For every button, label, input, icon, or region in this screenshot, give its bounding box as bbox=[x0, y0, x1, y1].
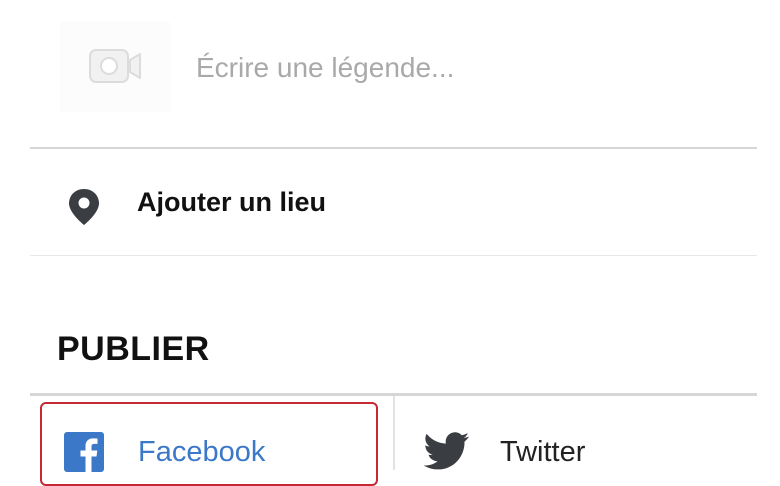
twitter-label: Twitter bbox=[500, 436, 586, 468]
video-camera-icon bbox=[89, 49, 141, 83]
add-location-row[interactable]: Ajouter un lieu bbox=[30, 150, 757, 255]
divider bbox=[30, 255, 757, 256]
twitter-icon bbox=[424, 432, 470, 470]
location-pin-icon bbox=[69, 189, 99, 225]
share-twitter-toggle[interactable]: Twitter bbox=[396, 402, 757, 482]
add-location-label: Ajouter un lieu bbox=[137, 187, 326, 217]
divider bbox=[393, 396, 395, 470]
caption-row bbox=[0, 0, 780, 148]
divider bbox=[30, 147, 757, 149]
caption-input[interactable] bbox=[196, 46, 736, 90]
facebook-label: Facebook bbox=[138, 436, 266, 468]
publish-heading: PUBLIER bbox=[57, 330, 210, 368]
facebook-icon bbox=[64, 432, 104, 472]
share-facebook-toggle[interactable]: Facebook bbox=[40, 402, 378, 486]
